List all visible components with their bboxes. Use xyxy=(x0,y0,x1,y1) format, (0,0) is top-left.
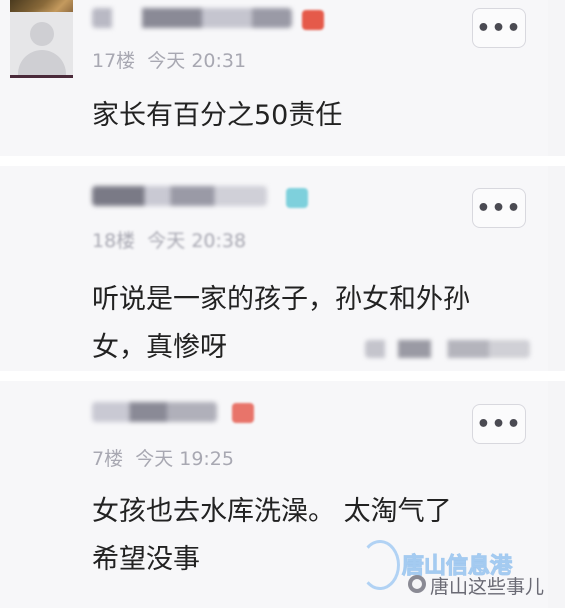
timestamp: 今天 20:31 xyxy=(147,50,247,72)
watermark-account: 唐山这些事儿 xyxy=(430,576,545,598)
comment-meta: 18楼 今天 20:38 xyxy=(92,226,246,253)
comment-text: 家长有百分之50责任 xyxy=(92,100,343,131)
floor-number: 7楼 xyxy=(92,448,124,470)
username-blurred[interactable] xyxy=(92,402,217,422)
user-badge-icon xyxy=(302,10,324,30)
avatar[interactable] xyxy=(10,12,73,75)
blurred-location xyxy=(365,340,530,358)
floor-number: 17楼 xyxy=(92,50,136,72)
more-options-button[interactable]: ••• xyxy=(472,8,526,48)
more-options-button[interactable]: ••• xyxy=(472,404,526,444)
comment-meta: 7楼 今天 19:25 xyxy=(92,444,234,471)
divider xyxy=(0,156,565,166)
user-badge-icon xyxy=(286,188,308,208)
floor-number: 18楼 xyxy=(92,230,136,252)
user-badge-icon xyxy=(232,403,254,423)
comment-meta: 17楼 今天 20:31 xyxy=(92,46,246,73)
more-icon: ••• xyxy=(476,195,522,221)
wechat-icon xyxy=(408,575,426,593)
more-icon: ••• xyxy=(476,411,522,437)
timestamp: 今天 20:38 xyxy=(147,230,247,252)
more-icon: ••• xyxy=(476,15,522,41)
more-options-button[interactable]: ••• xyxy=(472,188,526,228)
username-blurred[interactable] xyxy=(92,8,292,28)
divider xyxy=(0,371,565,381)
timestamp: 今天 19:25 xyxy=(135,448,234,470)
username-blurred[interactable] xyxy=(92,186,267,206)
